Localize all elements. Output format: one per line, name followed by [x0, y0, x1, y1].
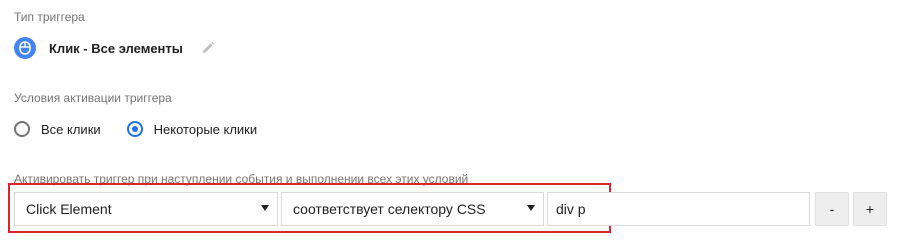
- radio-all-clicks[interactable]: Все клики: [14, 121, 101, 137]
- operator-select-value: соответствует селектору CSS: [293, 201, 486, 217]
- trigger-type-label: Тип триггера: [14, 10, 85, 24]
- radio-label: Некоторые клики: [153, 121, 258, 137]
- radio-some-clicks[interactable]: Некоторые клики: [126, 121, 258, 137]
- condition-value-input[interactable]: [547, 192, 810, 226]
- trigger-type-name: Клик - Все элементы: [49, 40, 183, 56]
- dropdown-arrow-icon: [527, 205, 535, 211]
- pencil-icon[interactable]: [201, 41, 215, 55]
- remove-condition-button[interactable]: -: [815, 192, 849, 226]
- add-condition-button[interactable]: +: [853, 192, 887, 226]
- activation-radio-group: Все клики Некоторые клики: [14, 116, 257, 142]
- radio-label: Все клики: [41, 121, 101, 137]
- operator-select[interactable]: соответствует селектору CSS: [281, 192, 544, 226]
- activation-conditions-label: Условия активации триггера: [14, 91, 172, 105]
- variable-select[interactable]: Click Element: [14, 192, 278, 226]
- mouse-icon: [14, 37, 36, 59]
- dropdown-arrow-icon: [261, 205, 269, 211]
- radio-unchecked-icon: [14, 121, 30, 137]
- variable-select-value: Click Element: [26, 201, 112, 217]
- radio-checked-icon: [126, 121, 143, 137]
- trigger-type-row[interactable]: Клик - Все элементы: [14, 34, 215, 62]
